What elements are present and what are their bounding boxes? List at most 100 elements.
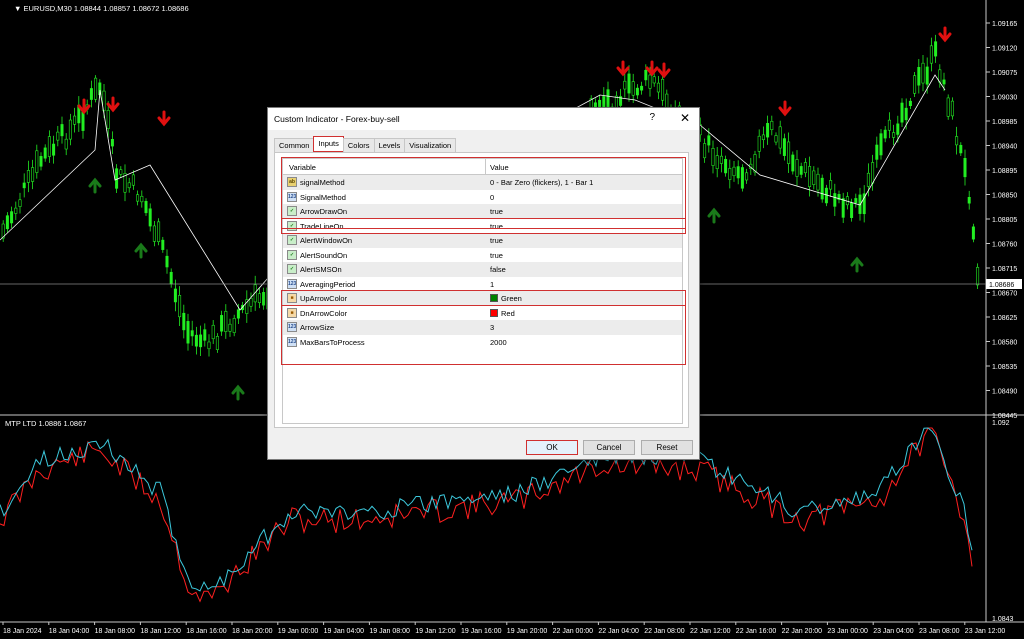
input-name: AlertWindowOn [300, 236, 353, 245]
candle-body [871, 162, 875, 184]
candle-body [812, 170, 816, 185]
param-type-bool-icon: ✓ [287, 235, 297, 245]
candle-body [732, 166, 736, 177]
candle-body [182, 312, 186, 331]
candle-body [257, 293, 261, 303]
candle-body [904, 107, 908, 121]
input-name: MaxBarsToProcess [300, 337, 365, 347]
candle-body [913, 75, 917, 94]
input-value[interactable]: true [490, 236, 503, 245]
column-variable[interactable]: Variable [289, 163, 316, 172]
candle-body [152, 225, 156, 242]
candle-body [106, 110, 110, 129]
input-value[interactable]: true [490, 222, 503, 231]
candle-body [719, 155, 723, 164]
candle-body [18, 199, 22, 207]
buy-arrow-icon [134, 242, 148, 259]
time-label: 22 Jan 20:00 [782, 628, 823, 635]
input-name: UpArrowColor [300, 294, 348, 303]
input-name: SignalMethod [300, 192, 346, 202]
input-name: ArrowDrawOn [300, 207, 348, 216]
candle-body [728, 168, 732, 180]
input-row-dnarrowcolor[interactable]: ■ DnArrowColor Red [283, 306, 682, 321]
custom-indicator-dialog[interactable]: Custom Indicator - Forex-buy-sell ? ✕ Co… [267, 107, 700, 460]
current-price-marker: 1.08686 [986, 279, 1022, 289]
input-row-averagingperiod[interactable]: 123 AveragingPeriod 1 [283, 277, 682, 292]
column-divider[interactable] [485, 159, 486, 175]
tab-common[interactable]: Common [274, 138, 315, 152]
input-row-uparrowcolor[interactable]: ■ UpArrowColor Green [283, 291, 682, 306]
input-value[interactable]: false [490, 265, 506, 274]
candle-body [127, 182, 131, 189]
column-value[interactable]: Value [490, 163, 509, 172]
candle-body [199, 334, 203, 348]
tab-colors[interactable]: Colors [342, 138, 375, 152]
candle-body [43, 147, 47, 159]
time-label: 19 Jan 12:00 [415, 628, 456, 635]
input-value[interactable]: 1 [490, 280, 494, 289]
candle-body [623, 80, 627, 90]
candle-body [908, 100, 912, 107]
input-row-tradelineon[interactable]: ✓ TradeLineOn true [283, 219, 682, 234]
candle-body [22, 182, 26, 189]
input-value[interactable]: 3 [490, 323, 494, 332]
input-row-maxbarstoprocess[interactable]: 123 MaxBarsToProcess 2000 [283, 335, 682, 350]
input-row-alertsmson[interactable]: ✓ AlertSMSOn false [283, 262, 682, 277]
candle-body [711, 148, 715, 166]
candle-body [900, 102, 904, 123]
dialog-title: Custom Indicator - Forex-buy-sell [274, 114, 400, 124]
price-label: 1.09165 [992, 21, 1017, 28]
reset-button[interactable]: Reset [641, 440, 693, 455]
inputs-panel: Variable Value ab signalMethod 0 - Bar Zer… [274, 152, 689, 428]
input-value[interactable]: Green [490, 294, 522, 303]
time-label: 22 Jan 12:00 [690, 628, 731, 635]
dialog-titlebar[interactable]: Custom Indicator - Forex-buy-sell ? ✕ [268, 108, 699, 130]
candle-body [782, 138, 786, 156]
input-row-alertwindowon[interactable]: ✓ AlertWindowOn true [283, 233, 682, 248]
tab-visualization[interactable]: Visualization [404, 138, 457, 152]
input-value[interactable]: 0 - Bar Zero (flickers), 1 - Bar 1 [490, 178, 593, 187]
candle-body [803, 162, 807, 174]
candle-body [661, 78, 665, 101]
input-value[interactable]: true [490, 251, 503, 260]
candle-body [31, 167, 35, 182]
price-label: 1.08715 [992, 266, 1017, 273]
input-value-text: Red [501, 308, 515, 318]
candle-body [157, 221, 161, 243]
time-label: 22 Jan 08:00 [644, 628, 685, 635]
price-label: 1.08625 [992, 315, 1017, 322]
time-label: 18 Jan 20:00 [232, 628, 273, 635]
input-row-signalmethod[interactable]: 123 SignalMethod 0 [283, 190, 682, 205]
close-icon[interactable]: ✕ [680, 111, 690, 125]
sell-arrow-icon [157, 110, 171, 127]
candle-body [236, 309, 240, 319]
param-type-bool-icon: ✓ [287, 264, 297, 274]
help-icon[interactable]: ? [649, 112, 655, 123]
input-value-text: Green [501, 294, 522, 303]
candle-body [64, 138, 68, 150]
cancel-button[interactable]: Cancel [583, 440, 635, 455]
tab-inputs[interactable]: Inputs [313, 136, 344, 152]
input-row-arrowsize[interactable]: 123 ArrowSize 3 [283, 320, 682, 335]
input-name: AlertSoundOn [300, 250, 348, 260]
buy-arrow-icon [850, 256, 864, 273]
input-row-signalmethod[interactable]: ab signalMethod 0 - Bar Zero (flickers), 1… [283, 175, 682, 190]
input-value-text: true [490, 250, 503, 260]
candle-body [799, 166, 803, 175]
input-value[interactable]: true [490, 207, 503, 216]
input-value[interactable]: Red [490, 308, 515, 318]
input-row-alertsoundon[interactable]: ✓ AlertSoundOn true [283, 248, 682, 263]
candle-body [5, 215, 9, 230]
input-row-arrowdrawon[interactable]: ✓ ArrowDrawOn true [283, 204, 682, 219]
candle-body [178, 295, 182, 318]
param-type-num-icon: 123 [287, 191, 297, 202]
input-value[interactable]: 0 [490, 193, 494, 202]
input-value[interactable]: 2000 [490, 338, 507, 347]
candle-body [770, 120, 774, 131]
candle-body [224, 311, 228, 332]
candle-body [740, 167, 744, 189]
time-label: 22 Jan 04:00 [598, 628, 639, 635]
candle-body [963, 158, 967, 178]
ok-button[interactable]: OK [526, 440, 578, 455]
tab-levels[interactable]: Levels [373, 138, 406, 152]
